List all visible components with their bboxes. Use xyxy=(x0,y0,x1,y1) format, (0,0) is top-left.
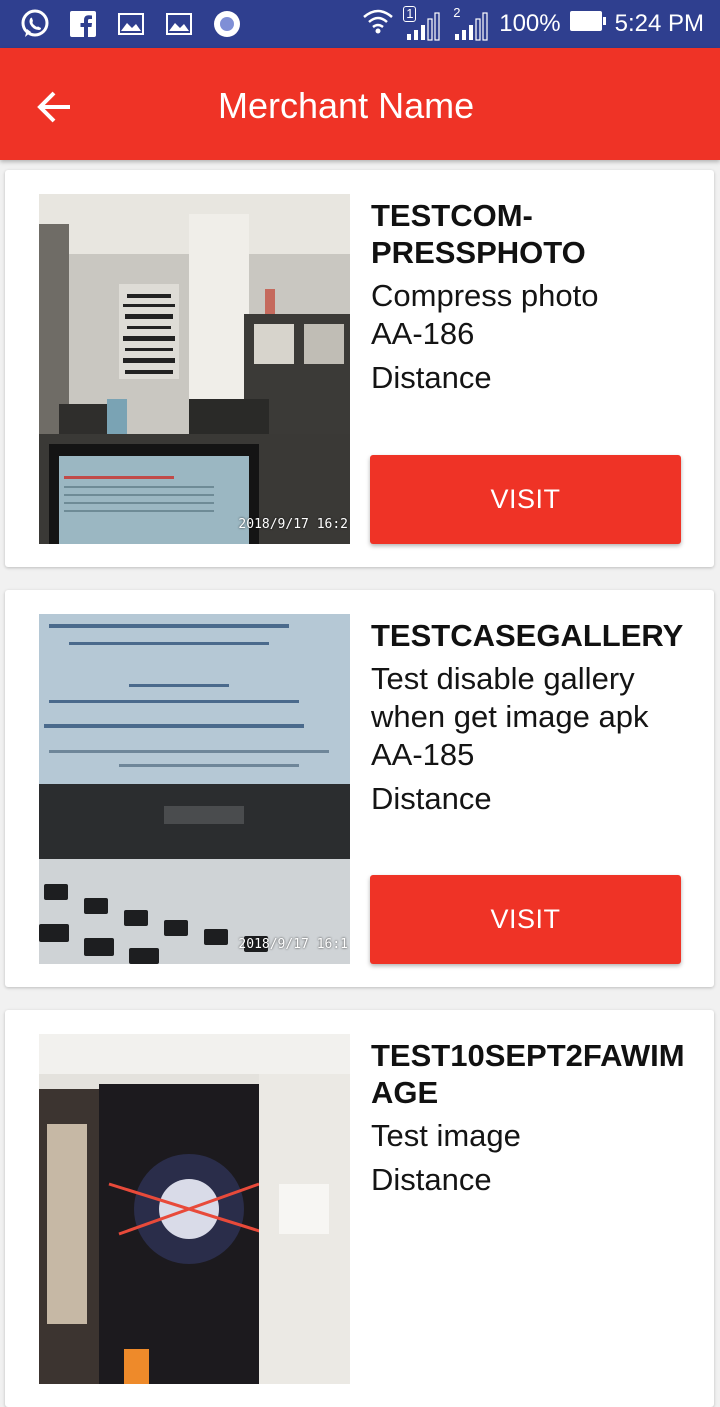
battery-icon xyxy=(569,10,607,39)
page-title: Merchant Name xyxy=(218,85,475,126)
signal-sim2-icon: 2 xyxy=(451,6,491,42)
wifi-icon xyxy=(361,6,395,43)
back-button[interactable] xyxy=(30,84,78,132)
circle-icon xyxy=(210,7,244,41)
clock: 5:24 PM xyxy=(614,10,704,37)
whatsapp-icon xyxy=(18,7,52,41)
photo-timestamp: 2018/9/17 16:2 xyxy=(238,517,348,532)
image-icon xyxy=(114,7,148,41)
merchant-code: AA-186 xyxy=(371,316,475,351)
status-bar: 1 2 100% 5:24 PM xyxy=(0,0,720,48)
merchant-card: 2018/9/17 16:2 TESTCOM- PRESSPHOTO Compre… xyxy=(5,170,714,567)
visit-button[interactable]: VISIT xyxy=(370,455,681,544)
signal-sim1-icon: 1 xyxy=(403,6,443,42)
system-indicators: 1 2 100% 5:24 PM xyxy=(361,0,704,48)
merchant-card: 2018/9/17 16:1 TESTCASEGALLERY Test disa… xyxy=(5,590,714,987)
merchant-distance: Distance xyxy=(371,781,492,816)
merchant-photo: 2018/9/17 16:2 xyxy=(39,194,350,544)
merchant-photo xyxy=(39,1034,350,1384)
merchant-title: TESTCOM- PRESSPHOTO xyxy=(371,198,586,270)
arrow-left-icon xyxy=(37,91,70,123)
merchant-description: Compress photo xyxy=(371,278,599,313)
merchant-title: TEST10SEPT2FAWIMAGE xyxy=(371,1038,685,1110)
merchant-info: TESTCASEGALLERY Test disable gallery whe… xyxy=(371,617,691,818)
merchant-code: AA-185 xyxy=(371,737,475,772)
visit-button[interactable]: VISIT xyxy=(370,875,681,964)
merchant-info: TESTCOM- PRESSPHOTO Compress photo AA-186… xyxy=(371,197,691,397)
merchant-card: TEST10SEPT2FAWIMAGE Test image Distance xyxy=(5,1010,714,1407)
battery-percent: 100% xyxy=(499,10,561,37)
merchant-info: TEST10SEPT2FAWIMAGE Test image Distance xyxy=(371,1037,691,1199)
merchant-title: TESTCASEGALLERY xyxy=(371,618,684,653)
merchant-distance: Distance xyxy=(371,360,492,395)
image-icon xyxy=(162,7,196,41)
notification-icons xyxy=(18,7,244,41)
app-bar: Merchant Name xyxy=(0,48,720,160)
merchant-description: Test image xyxy=(371,1118,521,1153)
merchant-description: Test disable gallery when get image apk xyxy=(371,661,649,734)
photo-timestamp: 2018/9/17 16:1 xyxy=(238,937,348,952)
facebook-icon xyxy=(66,7,100,41)
merchant-distance: Distance xyxy=(371,1162,492,1197)
merchant-photo: 2018/9/17 16:1 xyxy=(39,614,350,964)
